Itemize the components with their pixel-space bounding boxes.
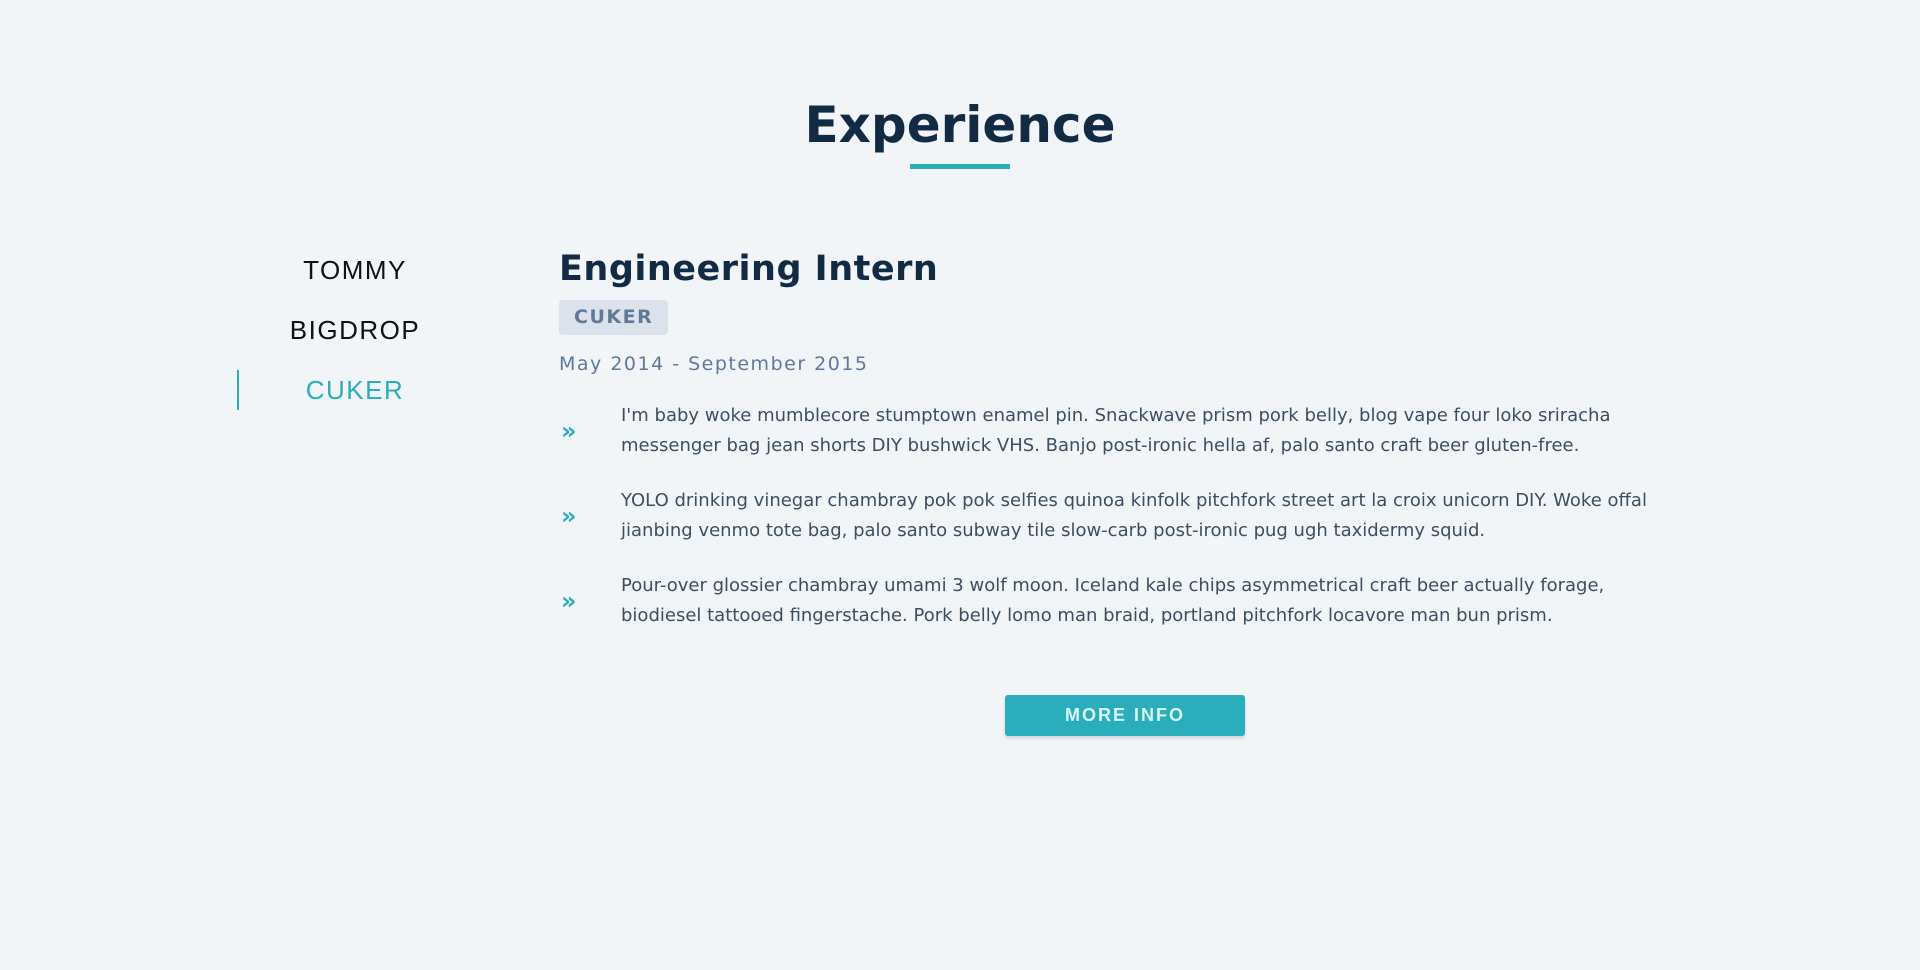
title-underline bbox=[910, 164, 1010, 169]
tab-bigdrop[interactable]: BIGDROP bbox=[237, 310, 473, 370]
tab-cuker[interactable]: CUKER bbox=[237, 370, 473, 430]
company-tabs: TOMMY BIGDROP CUKER bbox=[237, 250, 473, 430]
double-chevron-right-icon: » bbox=[561, 417, 577, 445]
job-details: Engineering Intern CUKER May 2014 - Sept… bbox=[559, 246, 1689, 656]
company-badge: CUKER bbox=[559, 300, 669, 335]
duty-text: YOLO drinking vinegar chambray pok pok s… bbox=[621, 490, 1647, 541]
duty-text: I'm baby woke mumblecore stumptown ename… bbox=[621, 405, 1611, 456]
list-item: » I'm baby woke mumblecore stumptown ena… bbox=[559, 401, 1689, 461]
double-chevron-right-icon: » bbox=[561, 587, 577, 615]
job-title: Engineering Intern bbox=[559, 249, 939, 289]
section-title: Experience bbox=[804, 96, 1116, 154]
list-item: » Pour-over glossier chambray umami 3 wo… bbox=[559, 571, 1689, 631]
double-chevron-right-icon: » bbox=[561, 502, 577, 530]
more-info-button[interactable]: MORE INFO bbox=[1005, 695, 1245, 736]
duty-text: Pour-over glossier chambray umami 3 wolf… bbox=[621, 575, 1605, 626]
tab-tommy[interactable]: TOMMY bbox=[237, 250, 473, 310]
duties-list: » I'm baby woke mumblecore stumptown ena… bbox=[559, 401, 1689, 631]
list-item: » YOLO drinking vinegar chambray pok pok… bbox=[559, 486, 1689, 546]
job-dates: May 2014 - September 2015 bbox=[559, 353, 869, 375]
